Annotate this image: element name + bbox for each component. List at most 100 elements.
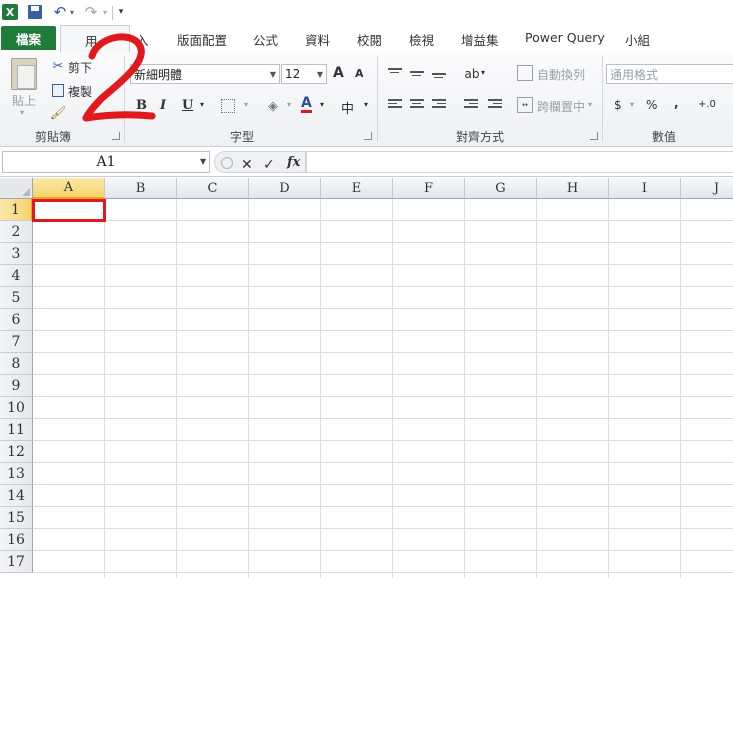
row-header[interactable]: 15 <box>0 507 33 529</box>
tab-file[interactable]: 檔案 <box>1 26 56 50</box>
tab-formulas[interactable]: 公式 <box>253 30 278 49</box>
tab-team[interactable]: 小組 <box>625 30 650 49</box>
redo-icon[interactable]: ↷ <box>84 3 98 21</box>
merge-center-icon[interactable]: ↔ <box>517 97 533 113</box>
column-header[interactable]: B <box>105 178 177 199</box>
excel-logo-icon[interactable]: X <box>2 4 18 20</box>
font-name-select[interactable]: 新細明體 ▼ <box>130 64 280 84</box>
column-header[interactable]: J <box>681 178 733 199</box>
tab-page-layout[interactable]: 版面配置 <box>177 30 227 49</box>
column-header[interactable]: F <box>393 178 465 199</box>
column-header[interactable]: I <box>609 178 681 199</box>
percent-button[interactable]: % <box>646 98 657 112</box>
align-right-icon[interactable] <box>432 99 446 110</box>
row-header[interactable]: 13 <box>0 463 33 485</box>
row-header[interactable]: 2 <box>0 221 33 243</box>
underline-button[interactable]: U <box>182 98 193 113</box>
tab-data[interactable]: 資料 <box>305 30 330 49</box>
column-header[interactable]: A <box>33 178 105 199</box>
fill-color-dropdown-icon[interactable]: ▾ <box>287 100 291 109</box>
row-header[interactable]: 4 <box>0 265 33 287</box>
worksheet-grid[interactable]: A B C D E F G H I J 1 2 3 4 5 6 7 8 9 10 11 12 13 14 15 16 17 <box>0 178 733 578</box>
row-header[interactable]: 6 <box>0 309 33 331</box>
font-color-dropdown-icon[interactable]: ▾ <box>320 100 324 109</box>
paste-icon[interactable] <box>11 58 37 90</box>
clipboard-launcher-icon[interactable] <box>112 132 120 140</box>
copy-button[interactable]: 複製 <box>68 83 92 100</box>
borders-dropdown-icon[interactable]: ▾ <box>244 100 248 109</box>
tab-view[interactable]: 檢視 <box>409 30 434 49</box>
increase-decimal-button[interactable]: +.0 <box>698 99 716 110</box>
row-header[interactable]: 14 <box>0 485 33 507</box>
insert-function-icon[interactable]: fx <box>287 155 300 170</box>
row-header[interactable]: 9 <box>0 375 33 397</box>
alignment-launcher-icon[interactable] <box>590 132 598 140</box>
font-color-button[interactable]: A <box>301 96 312 113</box>
wrap-text-button[interactable]: 自動換列 <box>537 66 585 83</box>
column-header[interactable]: H <box>537 178 609 199</box>
formula-input[interactable] <box>306 151 733 173</box>
align-left-icon[interactable] <box>388 99 402 110</box>
scissors-icon[interactable]: ✂ <box>50 58 66 74</box>
tab-insert[interactable]: 入 <box>136 30 149 49</box>
currency-dropdown-icon[interactable]: ▾ <box>630 100 634 109</box>
orientation-icon[interactable]: ab <box>463 65 481 83</box>
row-header[interactable]: 8 <box>0 353 33 375</box>
row-header[interactable]: 5 <box>0 287 33 309</box>
grow-font-button[interactable]: A <box>333 65 344 81</box>
orientation-dropdown-icon[interactable]: ▾ <box>481 68 485 77</box>
cancel-icon[interactable]: ✕ <box>241 157 253 173</box>
align-middle-icon[interactable] <box>410 71 424 82</box>
name-box[interactable]: A1 <box>2 151 210 173</box>
cut-button[interactable]: 剪下 <box>68 59 92 76</box>
active-cell-highlight[interactable] <box>32 199 106 222</box>
align-center-icon[interactable] <box>410 99 424 110</box>
column-header[interactable]: E <box>321 178 393 199</box>
italic-button[interactable]: I <box>160 98 166 113</box>
column-header[interactable]: D <box>249 178 321 199</box>
fill-color-icon[interactable]: ◈ <box>264 97 282 115</box>
select-all-corner[interactable] <box>0 178 33 199</box>
shrink-font-button[interactable]: A <box>355 67 364 80</box>
undo-icon[interactable]: ↶ <box>52 3 68 21</box>
row-header[interactable]: 17 <box>0 551 33 573</box>
row-header[interactable]: 16 <box>0 529 33 551</box>
row-header[interactable]: 3 <box>0 243 33 265</box>
align-top-icon[interactable] <box>388 68 402 79</box>
enter-icon[interactable]: ✓ <box>263 157 275 173</box>
row-header[interactable]: 7 <box>0 331 33 353</box>
tab-addins[interactable]: 增益集 <box>461 30 499 49</box>
paste-dropdown-icon[interactable]: ▾ <box>20 108 24 117</box>
splitter-handle-icon[interactable] <box>221 157 233 169</box>
tab-review[interactable]: 校閱 <box>357 30 382 49</box>
merge-center-button[interactable]: 跨欄置中 <box>537 98 585 115</box>
undo-dropdown-icon[interactable]: ▾ <box>68 3 76 21</box>
save-icon[interactable] <box>28 5 42 19</box>
redo-dropdown-icon[interactable]: ▾ <box>101 3 109 21</box>
row-header[interactable]: 11 <box>0 419 33 441</box>
underline-dropdown-icon[interactable]: ▾ <box>200 100 204 109</box>
decrease-indent-icon[interactable] <box>464 99 478 110</box>
align-bottom-icon[interactable] <box>432 73 446 84</box>
copy-icon[interactable] <box>50 82 66 98</box>
number-format-select[interactable]: 通用格式 <box>606 64 733 84</box>
borders-icon[interactable] <box>220 98 236 114</box>
customize-qat-icon[interactable]: ▾ <box>116 3 126 21</box>
row-header[interactable]: 12 <box>0 441 33 463</box>
phonetic-button[interactable]: 中 <box>341 98 354 117</box>
merge-dropdown-icon[interactable]: ▾ <box>588 100 592 109</box>
name-box-dropdown-icon[interactable]: ▼ <box>200 157 206 166</box>
column-header[interactable]: C <box>177 178 249 199</box>
row-header[interactable]: 1 <box>0 199 33 221</box>
tab-home[interactable]: 用 <box>60 25 130 53</box>
paste-button[interactable]: 貼上 <box>12 92 36 109</box>
tab-power-query[interactable]: Power Query <box>525 30 605 45</box>
font-size-select[interactable]: 12 ▼ <box>281 64 327 84</box>
increase-indent-icon[interactable] <box>488 99 502 110</box>
phonetic-dropdown-icon[interactable]: ▾ <box>364 100 368 109</box>
column-header[interactable]: G <box>465 178 537 199</box>
format-painter-icon[interactable]: 🖌 <box>50 105 67 121</box>
comma-button[interactable]: , <box>674 96 679 110</box>
bold-button[interactable]: B <box>136 98 147 113</box>
currency-button[interactable]: $ <box>614 98 622 112</box>
